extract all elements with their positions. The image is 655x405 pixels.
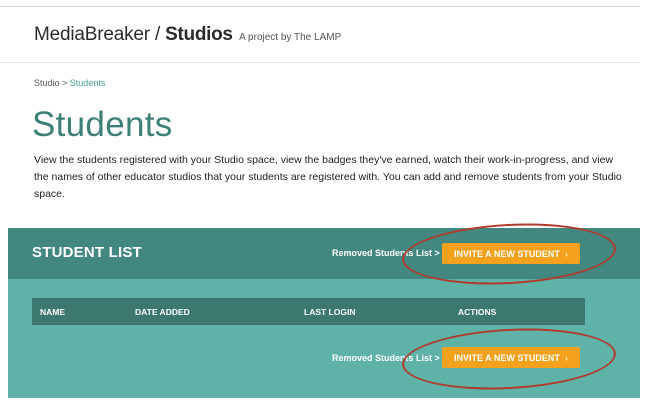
page-title: Students: [32, 105, 173, 144]
invite-student-button-top[interactable]: INVITE A NEW STUDENT ›: [442, 243, 580, 264]
top-rule: [0, 6, 640, 7]
breadcrumb: Studio > Students: [34, 78, 105, 88]
breadcrumb-studio[interactable]: Studio: [34, 78, 60, 88]
site-brand[interactable]: MediaBreaker / Studios A project by The …: [34, 24, 341, 46]
removed-students-link-top[interactable]: Removed Students List >: [332, 248, 440, 258]
student-list-title: STUDENT LIST: [32, 244, 142, 261]
student-list-header: STUDENT LIST Removed Students List > INV…: [8, 228, 640, 279]
page-description: View the students registered with your S…: [34, 154, 622, 200]
breadcrumb-separator: >: [59, 78, 70, 88]
brand-tagline: A project by The LAMP: [239, 32, 342, 43]
brand-name-studios: Studios: [165, 24, 233, 45]
column-date-added[interactable]: DATE ADDED: [135, 307, 190, 317]
chevron-right-icon: ›: [564, 248, 568, 259]
brand-name: MediaBreaker /: [34, 24, 166, 45]
removed-students-link-bottom[interactable]: Removed Students List >: [332, 353, 440, 363]
column-last-login[interactable]: LAST LOGIN: [304, 307, 355, 317]
chevron-right-icon: ›: [564, 352, 568, 363]
column-name[interactable]: NAME: [40, 307, 65, 317]
header-divider: [0, 62, 640, 63]
breadcrumb-students[interactable]: Students: [70, 78, 106, 88]
invite-button-label: INVITE A NEW STUDENT: [454, 352, 560, 363]
column-actions: ACTIONS: [458, 307, 497, 317]
student-list-panel: STUDENT LIST Removed Students List > INV…: [8, 228, 640, 398]
invite-student-button-bottom[interactable]: INVITE A NEW STUDENT ›: [442, 347, 580, 368]
invite-button-label: INVITE A NEW STUDENT: [454, 248, 560, 259]
student-table-header: NAME DATE ADDED LAST LOGIN ACTIONS: [32, 298, 585, 325]
